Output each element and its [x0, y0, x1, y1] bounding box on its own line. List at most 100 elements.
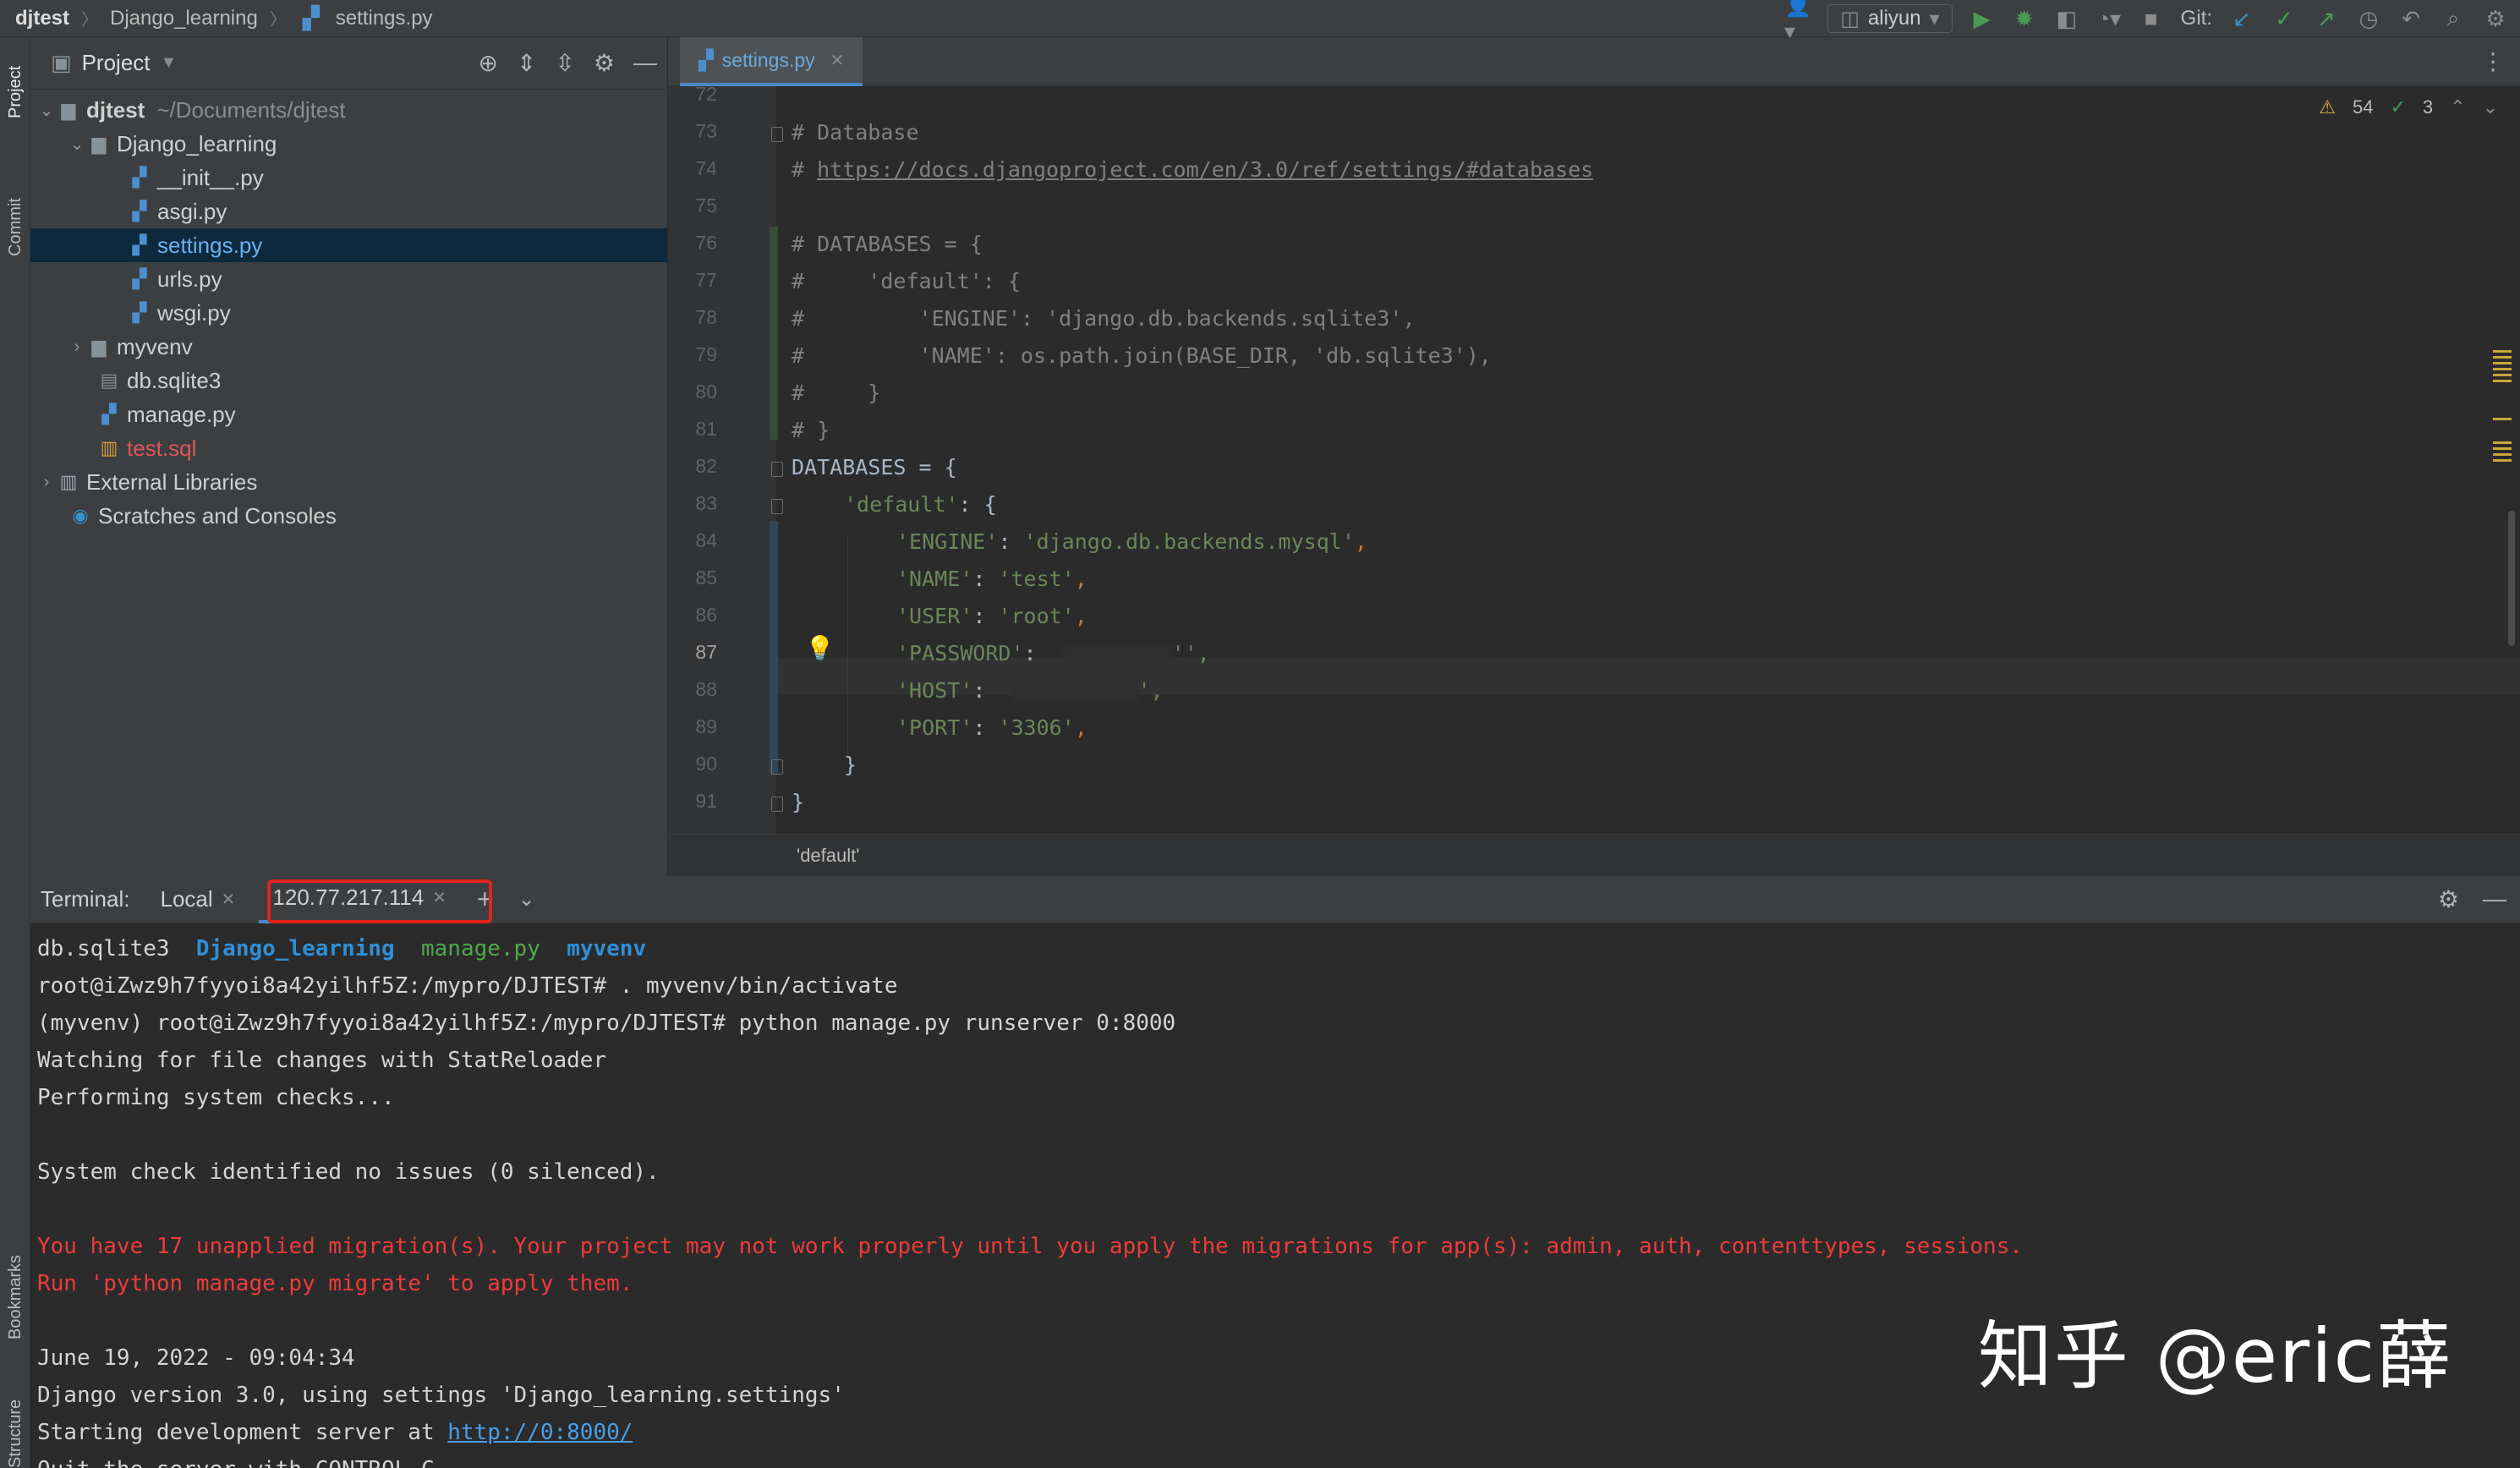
line-number: 75 [695, 194, 717, 216]
chevron-right-icon[interactable]: › [37, 473, 56, 492]
structure-tool-tab[interactable]: Structure [0, 1399, 30, 1468]
code-line-89[interactable]: 'PORT': '3306', [896, 715, 1087, 740]
chevron-down-icon[interactable]: ⌄ [37, 100, 56, 121]
tree-node-test-sql[interactable]: ▥ test.sql [30, 431, 667, 465]
search-icon[interactable]: ⌕ [2441, 5, 2466, 31]
chevron-down-icon[interactable]: ⌄ [2483, 96, 2498, 118]
code-line-81[interactable]: # } [792, 418, 830, 442]
hide-panel-icon[interactable]: — [633, 49, 657, 77]
terminal-tab-remote[interactable]: 120.77.217.114 ✕ [259, 876, 460, 923]
commit-tool-tab[interactable]: Commit [0, 173, 30, 282]
hide-panel-icon[interactable]: — [2483, 885, 2506, 913]
tree-node-manage-py[interactable]: ▞ manage.py [30, 397, 667, 431]
history-icon[interactable]: ◷ [2356, 6, 2381, 31]
inspection-widget[interactable]: ⚠ 54 ✓ 3 ⌃ ⌄ [2319, 96, 2498, 118]
settings-gear-icon[interactable]: ⚙ [594, 49, 615, 77]
settings-gear-icon[interactable]: ⚙ [2483, 6, 2508, 31]
fold-marker[interactable] [771, 499, 783, 514]
fold-marker[interactable] [771, 127, 783, 142]
chevron-down-icon[interactable]: ⌄ [518, 887, 535, 912]
django-icon: ◫ [1840, 7, 1860, 30]
server-link[interactable]: http://0:8000/ [447, 1420, 633, 1445]
project-panel-title[interactable]: Project [82, 50, 151, 76]
stop-icon[interactable]: ■ [2139, 6, 2164, 31]
chevron-down-icon[interactable]: ▼ [161, 53, 178, 73]
locate-file-icon[interactable]: ⊕ [478, 49, 497, 77]
coverage-icon[interactable]: ◧ [2054, 6, 2079, 31]
tree-node-asgi-py[interactable]: ▞ asgi.py [30, 194, 667, 228]
fold-marker[interactable] [771, 462, 783, 477]
git-commit-icon[interactable]: ✓ [2271, 6, 2297, 31]
close-icon[interactable]: ✕ [830, 50, 845, 71]
tree-node-init-py[interactable]: ▞ __init__.py [30, 161, 667, 194]
code-line-86[interactable]: 'USER': 'root', [896, 604, 1087, 628]
bookmarks-tool-tab[interactable]: Bookmarks [0, 1221, 30, 1373]
tree-node-settings-py[interactable]: ▞ settings.py [30, 228, 667, 262]
code-line-78[interactable]: # 'ENGINE': 'django.db.backends.sqlite3'… [792, 306, 1416, 331]
redacted-password [1061, 644, 1172, 665]
line-number: 91 [695, 790, 717, 812]
editor-tab-settings-py[interactable]: ▞ settings.py ✕ [680, 37, 863, 86]
profile-icon[interactable]: ◔▾ [2096, 6, 2122, 31]
code-line-91[interactable]: } [792, 790, 804, 814]
expand-all-icon[interactable]: ⇕ [517, 49, 536, 77]
chevron-up-icon[interactable]: ⌃ [2450, 96, 2465, 118]
line-number: 80 [695, 381, 717, 403]
tree-node-django-learning[interactable]: ⌄ ▆ Django_learning [30, 127, 667, 161]
close-icon[interactable]: ✕ [222, 889, 236, 910]
check-icon: ✓ [2390, 96, 2406, 118]
code-line-73[interactable]: # Database [792, 120, 919, 145]
code-line-83[interactable]: 'default': { [844, 492, 997, 517]
editor-scrollbar[interactable] [2508, 511, 2515, 646]
code-line-87[interactable]: 'PASSWORD': '', [896, 641, 1210, 666]
add-terminal-icon[interactable]: + [477, 884, 493, 915]
chevron-right-icon[interactable]: › [68, 337, 86, 357]
tree-node-label: Scratches and Consoles [98, 502, 337, 529]
code-line-85[interactable]: 'NAME': 'test', [896, 567, 1087, 591]
breadcrumb-module[interactable]: Django_learning [110, 7, 258, 30]
line-number: 86 [695, 604, 717, 626]
tree-node-djtest[interactable]: ⌄ ▆ djtest ~/Documents/djtest [30, 93, 667, 127]
terminal-line: (myvenv) root@iZwz9h7fyyoi8a42yilhf5Z:/m… [37, 1011, 1176, 1036]
more-options-icon[interactable]: ⋮ [2481, 47, 2505, 75]
debug-icon[interactable]: ✹ [2012, 6, 2037, 31]
code-line-88[interactable]: 'HOST': ', [896, 678, 1164, 703]
code-line-77[interactable]: # 'default': { [792, 269, 1021, 293]
run-configuration-select[interactable]: ◫ aliyun ▾ [1827, 4, 1953, 33]
fold-marker[interactable] [771, 797, 783, 812]
docs-link[interactable]: https://docs.djangoproject.com/en/3.0/re… [817, 157, 1593, 182]
breadcrumb-item[interactable]: 'default' [797, 845, 859, 867]
lightbulb-icon[interactable]: 💡 [805, 634, 835, 662]
close-icon[interactable]: ✕ [432, 887, 446, 908]
code-line-84[interactable]: 'ENGINE': 'django.db.backends.mysql', [896, 529, 1367, 554]
code-line-80[interactable]: # } [792, 381, 880, 405]
rollback-icon[interactable]: ↶ [2398, 6, 2424, 31]
code-line-74[interactable]: # https://docs.djangoproject.com/en/3.0/… [792, 157, 1593, 182]
project-tool-tab[interactable]: Project [0, 46, 30, 139]
tree-node-external-libraries[interactable]: › ▥ External Libraries [30, 465, 667, 499]
code-line-79[interactable]: # 'NAME': os.path.join(BASE_DIR, 'db.sql… [792, 343, 1492, 368]
git-push-icon[interactable]: ↗ [2314, 6, 2339, 31]
python-file-icon: ▞ [302, 5, 320, 30]
breadcrumb-file[interactable]: settings.py [336, 7, 433, 30]
settings-gear-icon[interactable]: ⚙ [2438, 885, 2459, 913]
tree-node-wsgi-py[interactable]: ▞ wsgi.py [30, 296, 667, 330]
tree-node-myvenv[interactable]: › ▆ myvenv [30, 330, 667, 364]
terminal-tab-local[interactable]: Local ✕ [146, 876, 249, 923]
tree-node-scratches[interactable]: ◉ Scratches and Consoles [30, 499, 667, 533]
user-icon[interactable]: 👤▾ [1784, 0, 1811, 44]
package-folder-icon: ▆ [91, 133, 107, 154]
run-icon[interactable]: ▶ [1969, 6, 1995, 31]
fold-marker[interactable] [771, 759, 783, 775]
chevron-down-icon[interactable]: ⌄ [68, 134, 86, 155]
breadcrumb-project[interactable]: djtest [15, 7, 69, 30]
collapse-all-icon[interactable]: ⇳ [555, 49, 574, 77]
code-line-90[interactable]: } [844, 753, 857, 777]
git-update-icon[interactable]: ↙ [2229, 6, 2254, 31]
tree-node-db-sqlite3[interactable]: ▤ db.sqlite3 [30, 364, 667, 397]
tree-node-urls-py[interactable]: ▞ urls.py [30, 262, 667, 296]
error-stripe[interactable] [2493, 350, 2512, 511]
tree-node-label: manage.py [127, 401, 236, 427]
code-line-82[interactable]: DATABASES = { [792, 455, 957, 479]
code-line-76[interactable]: # DATABASES = { [792, 232, 983, 256]
